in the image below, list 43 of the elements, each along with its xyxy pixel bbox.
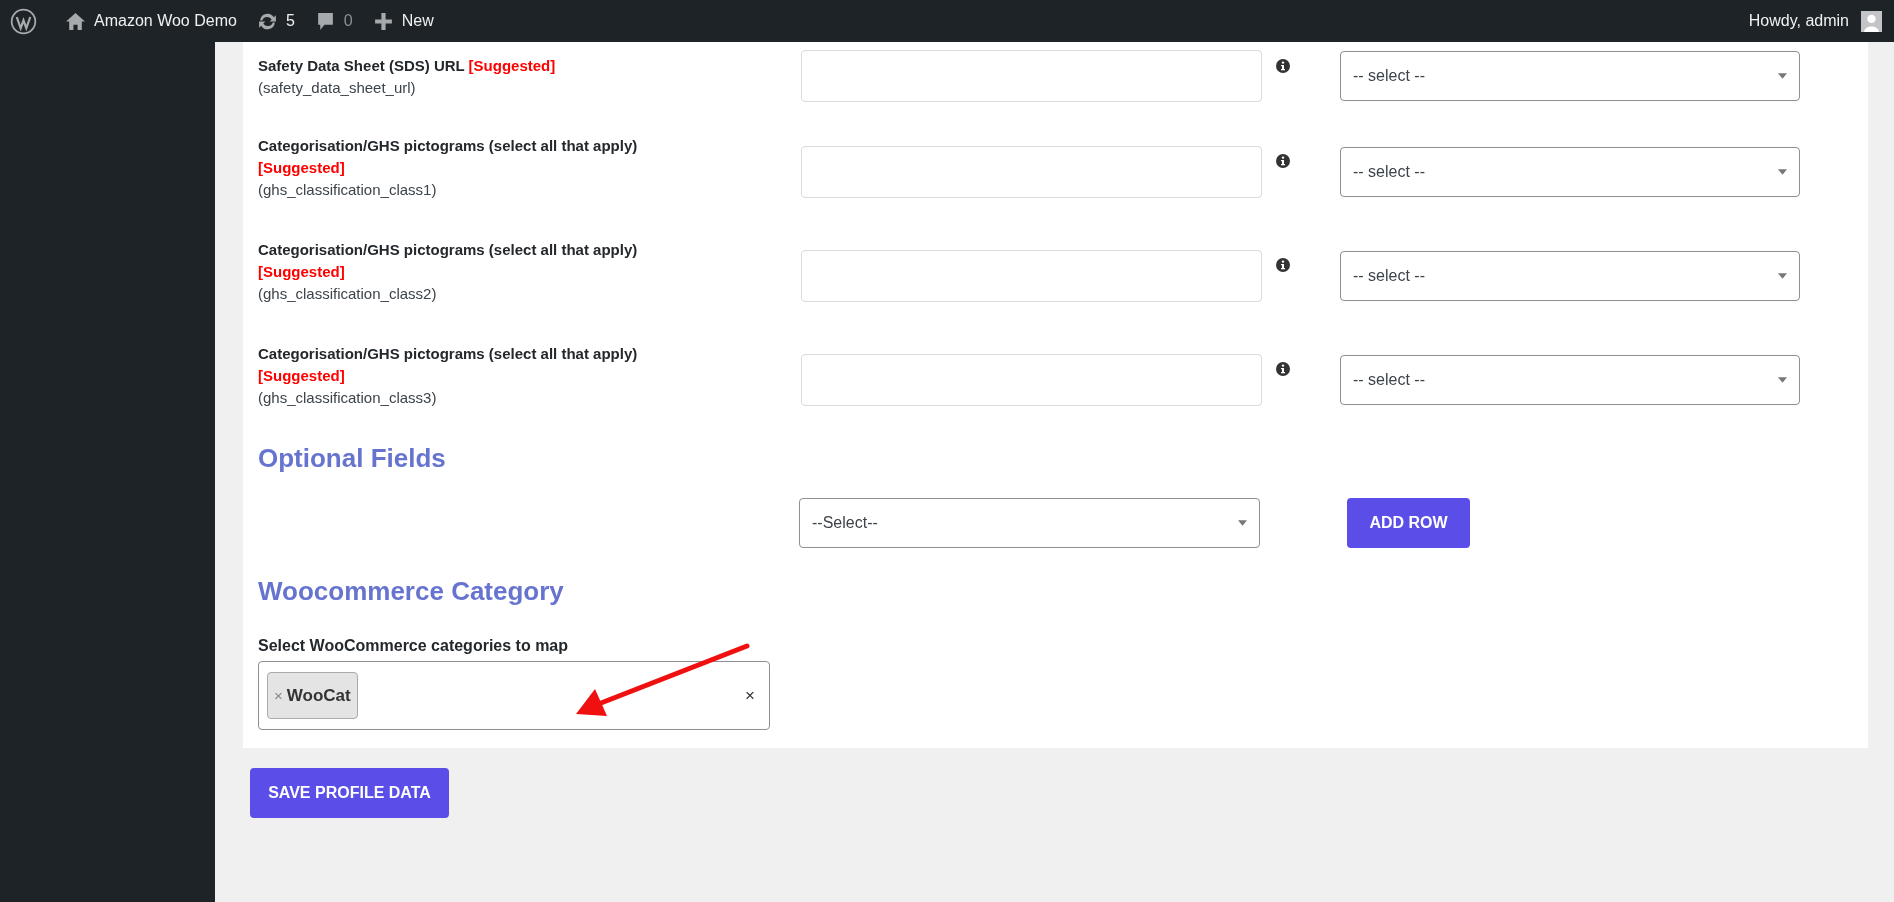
text-input[interactable] — [801, 146, 1262, 198]
info-icon[interactable] — [1275, 257, 1291, 273]
caret-icon — [1238, 520, 1247, 526]
info-icon[interactable] — [1275, 153, 1291, 169]
caret-icon — [1778, 73, 1787, 79]
wordpress-logo-icon[interactable] — [10, 7, 37, 35]
caret-icon — [1778, 273, 1787, 279]
updates-count[interactable]: 5 — [285, 12, 295, 30]
add-row-button[interactable]: ADD ROW — [1347, 498, 1470, 548]
field-key: (ghs_classification_class2) — [258, 283, 801, 305]
clear-button[interactable]: × — [745, 685, 755, 706]
home-icon[interactable] — [65, 10, 86, 32]
text-input[interactable] — [801, 50, 1262, 102]
select-dropdown[interactable]: -- select -- — [1340, 51, 1800, 101]
text-input[interactable] — [801, 250, 1262, 302]
info-icon[interactable] — [1275, 58, 1291, 74]
text-input[interactable] — [801, 354, 1262, 406]
multi-select-field[interactable]: × WooCat × — [258, 661, 770, 730]
field-label: Categorisation/GHS pictograms (select all that apply) [Suggested] — [258, 240, 639, 282]
section-heading: Optional Fields — [258, 443, 447, 474]
select-dropdown[interactable]: -- select -- — [1340, 147, 1800, 197]
field-label: Select WooCommerce categories to map — [258, 637, 570, 655]
section-heading: Woocommerce Category — [258, 576, 565, 607]
greeting-link[interactable]: Howdy, admin — [1748, 12, 1849, 30]
info-icon[interactable] — [1275, 361, 1291, 377]
plus-icon[interactable] — [372, 10, 394, 32]
field-key: (ghs_classification_class3) — [258, 387, 801, 409]
field-key: (ghs_classification_class1) — [258, 179, 801, 201]
select-dropdown[interactable]: -- select -- — [1340, 251, 1800, 301]
caret-icon — [1778, 377, 1787, 383]
field-label: Safety Data Sheet (SDS) URL [Suggested] — [258, 56, 557, 76]
avatar-icon[interactable] — [1861, 10, 1882, 32]
chip-label: WooCat — [286, 685, 351, 706]
new-link[interactable]: New — [401, 12, 434, 30]
field-label: Categorisation/GHS pictograms (select all that apply) [Suggested] — [258, 136, 639, 178]
site-name-link[interactable]: Amazon Woo Demo — [94, 12, 237, 30]
comments-count[interactable]: 0 — [343, 12, 353, 30]
save-profile-button[interactable]: SAVE PROFILE DATA — [250, 768, 449, 818]
select-dropdown[interactable]: -- select -- — [1340, 355, 1800, 405]
field-key: (safety_data_sheet_url) — [258, 77, 801, 99]
select-dropdown[interactable]: --Select-- — [799, 498, 1260, 548]
field-label: Categorisation/GHS pictograms (select all that apply) [Suggested] — [258, 344, 639, 386]
caret-icon — [1778, 169, 1787, 175]
